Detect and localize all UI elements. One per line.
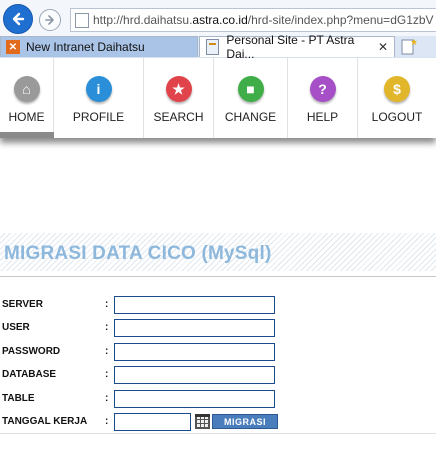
server-input[interactable] [114, 296, 275, 314]
database-input[interactable] [114, 366, 275, 384]
url-field[interactable]: http://hrd.daihatsu.astra.co.id/hrd-site… [70, 8, 436, 32]
menu-help-label: HELP [306, 110, 339, 124]
colon: : [105, 393, 109, 404]
menu-home-label: HOME [8, 110, 45, 124]
x-favicon-icon: ✕ [6, 40, 20, 54]
user-label: USER [2, 322, 30, 333]
info-icon: i [85, 76, 112, 102]
tab-title: New Intranet Daihatsu [26, 40, 145, 54]
back-arrow-icon [12, 12, 25, 26]
colon: : [105, 369, 109, 380]
forward-button[interactable] [39, 9, 61, 31]
menu-change-label: CHANGE [224, 110, 277, 124]
tab-personal-site[interactable]: Personal Site - PT Astra Dai... ✕ [199, 33, 395, 61]
menu-logout[interactable]: $ LOGOUT [358, 58, 436, 138]
user-input[interactable] [114, 319, 275, 337]
menu-home[interactable]: ⌂ HOME [0, 58, 54, 138]
tab-new-intranet[interactable]: ✕ New Intranet Daihatsu [0, 36, 198, 57]
page-title: MIGRASI DATA CICO (MySql) [4, 243, 272, 264]
server-label: SERVER [2, 299, 43, 310]
password-input[interactable] [114, 343, 275, 361]
menu-profile[interactable]: i PROFILE [54, 58, 144, 138]
heading-divider [0, 276, 436, 277]
menu-profile-label: PROFILE [72, 110, 125, 124]
forward-arrow-icon [45, 15, 54, 25]
star-icon: ★ [165, 76, 192, 102]
migrasi-button[interactable]: MIGRASI [212, 414, 278, 429]
browser-address-bar: http://hrd.daihatsu.astra.co.id/hrd-site… [0, 0, 436, 36]
tab-title: Personal Site - PT Astra Dai... [226, 33, 355, 61]
help-icon: ? [309, 76, 336, 102]
password-label: PASSWORD [2, 346, 61, 357]
tab-bar: ✕ New Intranet Daihatsu Personal Site - … [0, 33, 436, 61]
page-icon [75, 13, 89, 28]
menu-change[interactable]: ■ CHANGE [214, 58, 288, 138]
bottom-divider [0, 433, 436, 434]
colon: : [105, 346, 109, 357]
back-button[interactable] [3, 4, 33, 34]
page-favicon-icon [206, 39, 220, 55]
colon: : [105, 322, 109, 333]
tanggal-kerja-label: TANGGAL KERJA [2, 416, 88, 427]
menu-search[interactable]: ★ SEARCH [144, 58, 214, 138]
tanggal-kerja-input[interactable] [114, 413, 191, 431]
close-tab-icon[interactable]: ✕ [378, 40, 388, 54]
form-row-server: SERVER : [0, 296, 436, 316]
table-input[interactable] [114, 390, 275, 408]
colon: : [105, 416, 109, 427]
calendar-icon[interactable] [195, 414, 210, 429]
new-tab-button[interactable] [398, 38, 420, 56]
form-row-password: PASSWORD : [0, 343, 436, 363]
colon: : [105, 299, 109, 310]
menu-search-label: SEARCH [153, 110, 204, 124]
form-row-table: TABLE : [0, 390, 436, 410]
active-menu-indicator [0, 132, 54, 138]
table-label: TABLE [2, 393, 35, 404]
form-row-database: DATABASE : [0, 366, 436, 386]
main-menu: ⌂ HOME i PROFILE ★ SEARCH ■ CHANGE ? HEL… [0, 58, 436, 138]
save-icon: ■ [237, 76, 264, 102]
form-row-user: USER : [0, 319, 436, 339]
url-text: http://hrd.daihatsu.astra.co.id/hrd-site… [93, 13, 434, 27]
database-label: DATABASE [2, 369, 57, 380]
form-row-tanggal-kerja: TANGGAL KERJA : MIGRASI [0, 413, 436, 433]
menu-logout-label: LOGOUT [371, 110, 423, 124]
new-tab-icon [401, 39, 417, 55]
dollar-icon: $ [384, 76, 410, 102]
menu-help[interactable]: ? HELP [288, 58, 358, 138]
home-icon: ⌂ [13, 76, 40, 102]
